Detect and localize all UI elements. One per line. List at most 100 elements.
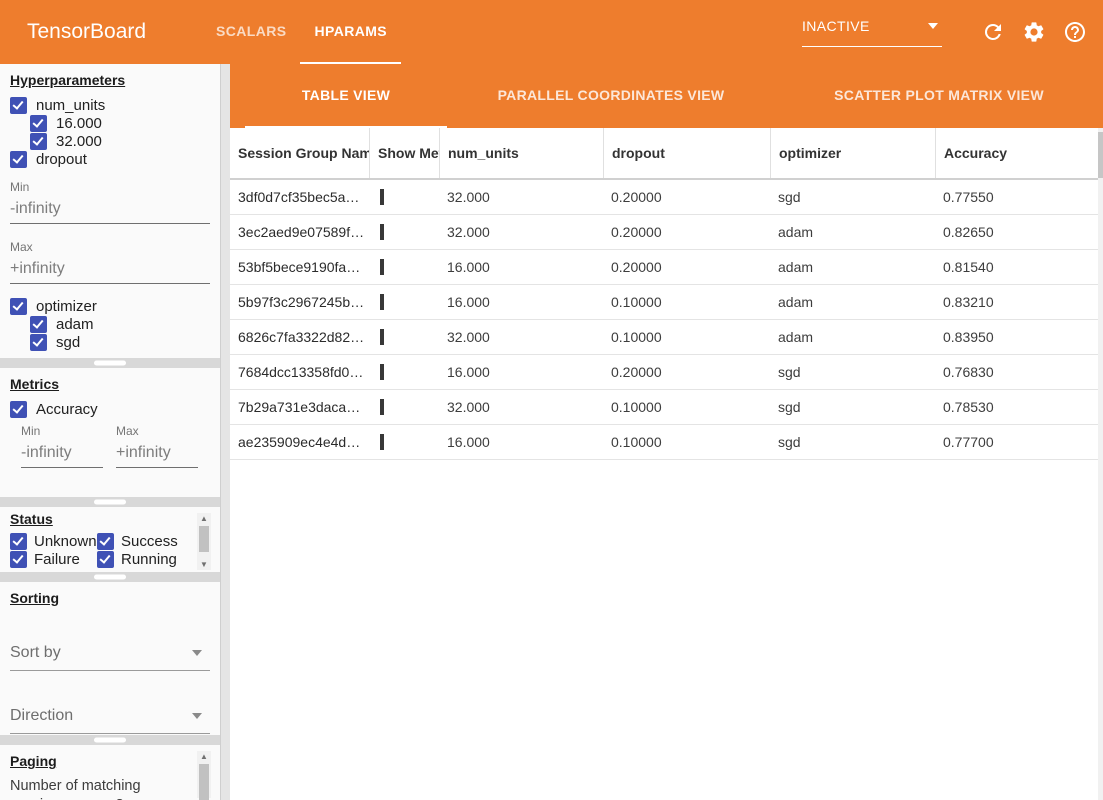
show-metrics-cell xyxy=(369,259,439,275)
show-metrics-checkbox[interactable] xyxy=(380,434,384,450)
checkbox-status-success[interactable]: Success xyxy=(97,532,198,550)
chevron-down-icon xyxy=(928,23,938,29)
checkbox-optimizer-adam[interactable]: adam xyxy=(30,315,220,333)
dropout-cell: 0.10000 xyxy=(603,329,770,345)
checkbox-checked-icon[interactable] xyxy=(30,334,47,351)
show-metrics-cell xyxy=(369,329,439,345)
table-row: 3df0d7cf35bec5a… 32.000 0.20000 sgd 0.77… xyxy=(230,180,1103,215)
accuracy-max-field: Max xyxy=(116,424,198,468)
drag-handle[interactable] xyxy=(94,738,126,743)
column-header-show-metrics: Show Metrics xyxy=(369,128,439,178)
accuracy-min-field: Min xyxy=(21,424,103,468)
dropout-cell: 0.10000 xyxy=(603,399,770,415)
table-body: 3df0d7cf35bec5a… 32.000 0.20000 sgd 0.77… xyxy=(230,180,1103,460)
column-header-num-units: num_units xyxy=(439,128,603,178)
checkbox-optimizer[interactable]: optimizer xyxy=(10,297,220,315)
hparams-main: TABLE VIEW PARALLEL COORDINATES VIEW SCA… xyxy=(230,64,1103,800)
dropout-min-field: Min xyxy=(10,180,210,224)
table-row: 7684dcc13358fd0… 16.000 0.20000 sgd 0.76… xyxy=(230,355,1103,390)
accuracy-max-input[interactable] xyxy=(116,442,198,468)
direction-select[interactable]: Direction xyxy=(10,707,210,734)
scrollbar-thumb[interactable] xyxy=(199,764,209,800)
show-metrics-cell xyxy=(369,434,439,450)
drag-handle[interactable] xyxy=(94,500,126,505)
checkbox-checked-icon[interactable] xyxy=(30,316,47,333)
checkbox-checked-icon[interactable] xyxy=(10,551,27,568)
tab-hparams[interactable]: HPARAMS xyxy=(300,0,401,64)
scroll-up-arrow-icon[interactable]: ▲ xyxy=(200,513,208,524)
dropout-cell: 0.10000 xyxy=(603,434,770,450)
scroll-down-arrow-icon[interactable]: ▼ xyxy=(200,559,208,570)
show-metrics-checkbox[interactable] xyxy=(380,189,384,205)
session-group-name-cell: 5b97f3c2967245b… xyxy=(230,294,369,310)
show-metrics-checkbox[interactable] xyxy=(380,329,384,345)
checkbox-num-units[interactable]: num_units xyxy=(10,96,220,114)
scrollbar-thumb[interactable] xyxy=(1098,132,1103,178)
show-metrics-cell xyxy=(369,224,439,240)
table-scrollbar xyxy=(1098,128,1103,800)
tab-scatter-plot-matrix-view[interactable]: SCATTER PLOT MATRIX VIEW xyxy=(775,64,1103,128)
show-metrics-checkbox[interactable] xyxy=(380,224,384,240)
drag-handle[interactable] xyxy=(94,361,126,366)
checkbox-accuracy[interactable]: Accuracy xyxy=(10,400,220,418)
drag-handle[interactable] xyxy=(94,575,126,580)
accuracy-cell: 0.78530 xyxy=(935,399,1103,415)
scroll-up-arrow-icon[interactable]: ▲ xyxy=(200,751,208,762)
checkbox-checked-icon[interactable] xyxy=(10,533,27,550)
num-units-cell: 16.000 xyxy=(439,434,603,450)
tab-parallel-coordinates-view[interactable]: PARALLEL COORDINATES VIEW xyxy=(447,64,775,128)
show-metrics-checkbox[interactable] xyxy=(380,399,384,415)
show-metrics-cell xyxy=(369,399,439,415)
hyperparameters-section: Hyperparameters num_units 16.000 32.000 … xyxy=(0,64,220,358)
dropout-max-input[interactable] xyxy=(10,258,210,284)
scrollbar-thumb[interactable] xyxy=(199,526,209,552)
tab-table-view[interactable]: TABLE VIEW xyxy=(245,64,447,128)
dropout-min-input[interactable] xyxy=(10,198,210,224)
optimizer-cell: adam xyxy=(770,329,935,345)
table-row: 53bf5bece9190fa… 16.000 0.20000 adam 0.8… xyxy=(230,250,1103,285)
checkbox-checked-icon[interactable] xyxy=(10,151,27,168)
accuracy-cell: 0.77550 xyxy=(935,189,1103,205)
column-header-session-group-name: Session Group Name. xyxy=(230,128,369,178)
reload-status-value: INACTIVE xyxy=(802,18,870,34)
checkbox-checked-icon[interactable] xyxy=(10,298,27,315)
show-metrics-checkbox[interactable] xyxy=(380,259,384,275)
sort-by-select[interactable]: Sort by xyxy=(10,644,210,671)
checkbox-checked-icon[interactable] xyxy=(97,533,114,550)
show-metrics-checkbox[interactable] xyxy=(380,294,384,310)
show-metrics-checkbox[interactable] xyxy=(380,364,384,380)
checkbox-checked-icon[interactable] xyxy=(10,97,27,114)
table-row: ae235909ec4e4d… 16.000 0.10000 sgd 0.777… xyxy=(230,425,1103,460)
session-group-name-cell: 53bf5bece9190fa… xyxy=(230,259,369,275)
section-divider xyxy=(0,358,220,368)
checkbox-status-unknown[interactable]: Unknown xyxy=(10,532,97,550)
checkbox-num-units-32[interactable]: 32.000 xyxy=(30,132,220,150)
section-divider xyxy=(0,735,220,745)
checkbox-status-running[interactable]: Running xyxy=(97,550,198,568)
help-icon[interactable] xyxy=(1063,20,1087,44)
topbar-actions: INACTIVE xyxy=(802,0,1087,64)
show-metrics-cell xyxy=(369,364,439,380)
num-units-cell: 32.000 xyxy=(439,329,603,345)
checkbox-optimizer-sgd[interactable]: sgd xyxy=(30,333,220,351)
checkbox-dropout[interactable]: dropout xyxy=(10,150,220,168)
checkbox-num-units-16[interactable]: 16.000 xyxy=(30,114,220,132)
top-app-bar: TensorBoard SCALARS HPARAMS INACTIVE xyxy=(0,0,1103,64)
checkbox-checked-icon[interactable] xyxy=(30,133,47,150)
session-groups-table: Session Group Name. Show Metrics num_uni… xyxy=(230,128,1103,460)
checkbox-status-failure[interactable]: Failure xyxy=(10,550,97,568)
checkbox-checked-icon[interactable] xyxy=(30,115,47,132)
checkbox-checked-icon[interactable] xyxy=(10,401,27,418)
accuracy-min-input[interactable] xyxy=(21,442,103,468)
column-header-optimizer: optimizer xyxy=(770,128,935,178)
optimizer-cell: sgd xyxy=(770,189,935,205)
tab-scalars[interactable]: SCALARS xyxy=(202,0,300,64)
num-units-cell: 32.000 xyxy=(439,399,603,415)
sidebar-scroll-gutter[interactable] xyxy=(220,64,230,800)
reload-status-select[interactable]: INACTIVE xyxy=(802,18,942,47)
refresh-icon[interactable] xyxy=(981,20,1005,44)
view-tabs: TABLE VIEW PARALLEL COORDINATES VIEW SCA… xyxy=(230,64,1103,128)
dropout-cell: 0.20000 xyxy=(603,259,770,275)
settings-gear-icon[interactable] xyxy=(1022,20,1046,44)
checkbox-checked-icon[interactable] xyxy=(97,551,114,568)
